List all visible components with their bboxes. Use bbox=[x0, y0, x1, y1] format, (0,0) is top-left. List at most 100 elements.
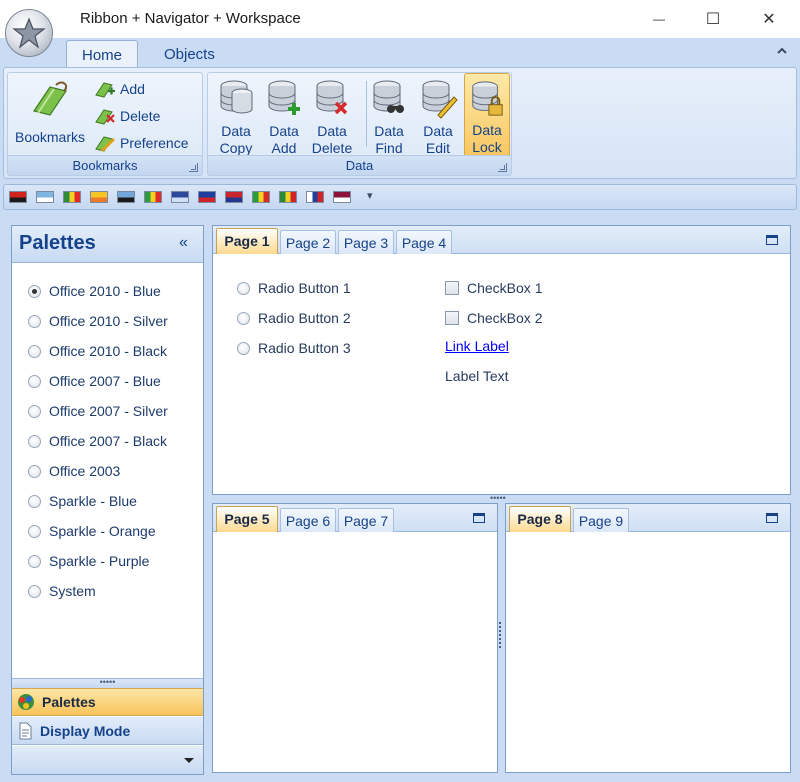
radio-button-2-label: Radio Button 2 bbox=[258, 310, 351, 326]
palette-option-label: Office 2010 - Silver bbox=[49, 313, 168, 329]
navigator-splitter[interactable]: ••••• bbox=[12, 678, 203, 688]
data-dialog-launcher[interactable] bbox=[498, 163, 507, 172]
checkbox-1[interactable]: CheckBox 1 bbox=[445, 277, 542, 299]
collapse-ribbon-button[interactable] bbox=[776, 44, 788, 58]
data-lock-button[interactable]: Data Lock bbox=[464, 73, 510, 157]
minimize-button[interactable]: — bbox=[636, 6, 682, 32]
add-bookmark-button[interactable]: Add bbox=[94, 77, 145, 101]
data-find-button[interactable]: Data Find bbox=[366, 73, 412, 157]
laos-flag-icon[interactable] bbox=[225, 191, 243, 203]
tab-page-8[interactable]: Page 8 bbox=[509, 506, 571, 532]
palette-option[interactable]: Sparkle - Blue bbox=[28, 490, 137, 512]
argentina-flag-icon[interactable] bbox=[36, 191, 54, 203]
data-copy-button[interactable]: Data Copy bbox=[213, 73, 259, 157]
preference-button[interactable]: Preference bbox=[94, 131, 188, 155]
radio-button-1[interactable]: Radio Button 1 bbox=[237, 277, 351, 299]
palette-option[interactable]: Sparkle - Purple bbox=[28, 550, 149, 572]
maximize-cell-icon[interactable] bbox=[766, 513, 778, 523]
bookmark-delete-icon bbox=[95, 109, 115, 125]
data-button-label: Data Find bbox=[374, 123, 404, 157]
radio-button-3[interactable]: Radio Button 3 bbox=[237, 337, 351, 359]
haiti-flag-icon[interactable] bbox=[198, 191, 216, 203]
palette-option[interactable]: Office 2010 - Blue bbox=[28, 280, 161, 302]
tab-page-1[interactable]: Page 1 bbox=[216, 228, 278, 254]
workspace-horizontal-splitter[interactable]: ••••• bbox=[490, 494, 510, 503]
maximize-button[interactable]: ☐ bbox=[690, 6, 736, 32]
tab-page-5[interactable]: Page 5 bbox=[216, 506, 278, 532]
close-button[interactable]: ✕ bbox=[746, 6, 792, 32]
ethiopia-flag-icon[interactable] bbox=[144, 191, 162, 203]
workspace-cell-1-tabstrip: Page 1 Page 2 Page 3 Page 4 bbox=[213, 226, 790, 254]
data-edit-button[interactable]: Data Edit bbox=[415, 73, 461, 157]
palette-option[interactable]: System bbox=[28, 580, 96, 602]
albania-flag-icon[interactable] bbox=[9, 191, 27, 203]
palette-option-label: System bbox=[49, 583, 96, 599]
palette-option-label: Sparkle - Purple bbox=[49, 553, 150, 569]
maximize-icon: ☐ bbox=[705, 11, 721, 28]
navigator-overflow-button[interactable] bbox=[12, 746, 203, 774]
palette-option[interactable]: Office 2007 - Silver bbox=[28, 400, 168, 422]
database-find-icon bbox=[373, 80, 404, 113]
checkbox-2[interactable]: CheckBox 2 bbox=[445, 307, 542, 329]
tab-label: Page 1 bbox=[224, 233, 270, 249]
navigator-button-display-mode-label: Display Mode bbox=[40, 722, 131, 739]
app-menu-button[interactable] bbox=[5, 9, 53, 57]
mozambique-flag-icon[interactable] bbox=[279, 191, 297, 203]
data-add-button[interactable]: Data Add bbox=[261, 73, 307, 157]
palette-option[interactable]: Office 2007 - Black bbox=[28, 430, 167, 452]
database-add-icon bbox=[268, 80, 300, 115]
checkbox-2-label: CheckBox 2 bbox=[467, 310, 543, 326]
radio-circle-icon bbox=[237, 311, 250, 325]
tab-label: Page 6 bbox=[285, 513, 331, 529]
radio-circle-icon bbox=[237, 281, 250, 295]
navigator-collapse-button[interactable]: « bbox=[179, 234, 188, 252]
delete-bookmark-label: Delete bbox=[120, 108, 161, 124]
data-button-label-line1: Data bbox=[221, 123, 251, 139]
tab-page-2[interactable]: Page 2 bbox=[280, 230, 336, 254]
data-button-label-line1: Data bbox=[423, 123, 453, 139]
star-icon bbox=[12, 17, 46, 49]
data-buttons: Data Copy Data Add Data Delete Data Find… bbox=[211, 73, 511, 157]
palette-option[interactable]: Office 2010 - Black bbox=[28, 340, 167, 362]
database-copy-icon bbox=[220, 80, 253, 114]
bookmarks-button-label: Bookmarks bbox=[14, 129, 86, 145]
qatar-flag-icon[interactable] bbox=[333, 191, 351, 203]
mali-flag-icon[interactable] bbox=[252, 191, 270, 203]
data-group: Data Copy Data Add Data Delete Data Find… bbox=[207, 72, 512, 176]
delete-bookmark-button[interactable]: Delete bbox=[94, 104, 160, 128]
tab-home[interactable]: Home bbox=[66, 40, 138, 68]
tab-objects[interactable]: Objects bbox=[150, 40, 229, 68]
flag-buttons bbox=[4, 185, 364, 209]
palette-option-label: Office 2010 - Black bbox=[49, 343, 168, 359]
radio-circle-icon bbox=[237, 341, 250, 355]
falklands-flag-icon[interactable] bbox=[171, 191, 189, 203]
tab-page-4[interactable]: Page 4 bbox=[396, 230, 452, 254]
bhutan-flag-icon[interactable] bbox=[90, 191, 108, 203]
radio-circle-icon bbox=[28, 434, 41, 448]
palette-option[interactable]: Office 2003 bbox=[28, 460, 120, 482]
tab-page-9[interactable]: Page 9 bbox=[573, 508, 629, 532]
radio-button-2[interactable]: Radio Button 2 bbox=[237, 307, 351, 329]
maximize-cell-icon[interactable] bbox=[473, 513, 485, 523]
maximize-cell-icon[interactable] bbox=[766, 235, 778, 245]
data-delete-button[interactable]: Data Delete bbox=[309, 73, 355, 157]
toolbar-overflow-button[interactable]: ▾ bbox=[367, 189, 373, 202]
workspace-cell-1: Page 1 Page 2 Page 3 Page 4 Radio Button 1 … bbox=[212, 225, 791, 495]
tab-page-7[interactable]: Page 7 bbox=[338, 508, 394, 532]
tab-page-6[interactable]: Page 6 bbox=[280, 508, 336, 532]
data-group-label: Data bbox=[208, 155, 511, 175]
link-label[interactable]: Link Label bbox=[445, 338, 509, 354]
botswana-flag-icon[interactable] bbox=[117, 191, 135, 203]
navigator-button-palettes[interactable]: Palettes bbox=[12, 688, 203, 716]
navigator-panel: Palettes « Office 2010 - Blue Office 201… bbox=[11, 225, 204, 775]
panama-flag-icon[interactable] bbox=[306, 191, 324, 203]
benin-flag-icon[interactable] bbox=[63, 191, 81, 203]
navigator-button-display-mode[interactable]: Display Mode bbox=[12, 717, 203, 745]
workspace-vertical-splitter[interactable] bbox=[499, 622, 503, 648]
palette-option[interactable]: Sparkle - Orange bbox=[28, 520, 156, 542]
bookmarks-button[interactable]: Bookmarks bbox=[12, 77, 88, 149]
bookmarks-dialog-launcher[interactable] bbox=[189, 163, 198, 172]
palette-option[interactable]: Office 2010 - Silver bbox=[28, 310, 168, 332]
tab-page-3[interactable]: Page 3 bbox=[338, 230, 394, 254]
palette-option[interactable]: Office 2007 - Blue bbox=[28, 370, 161, 392]
